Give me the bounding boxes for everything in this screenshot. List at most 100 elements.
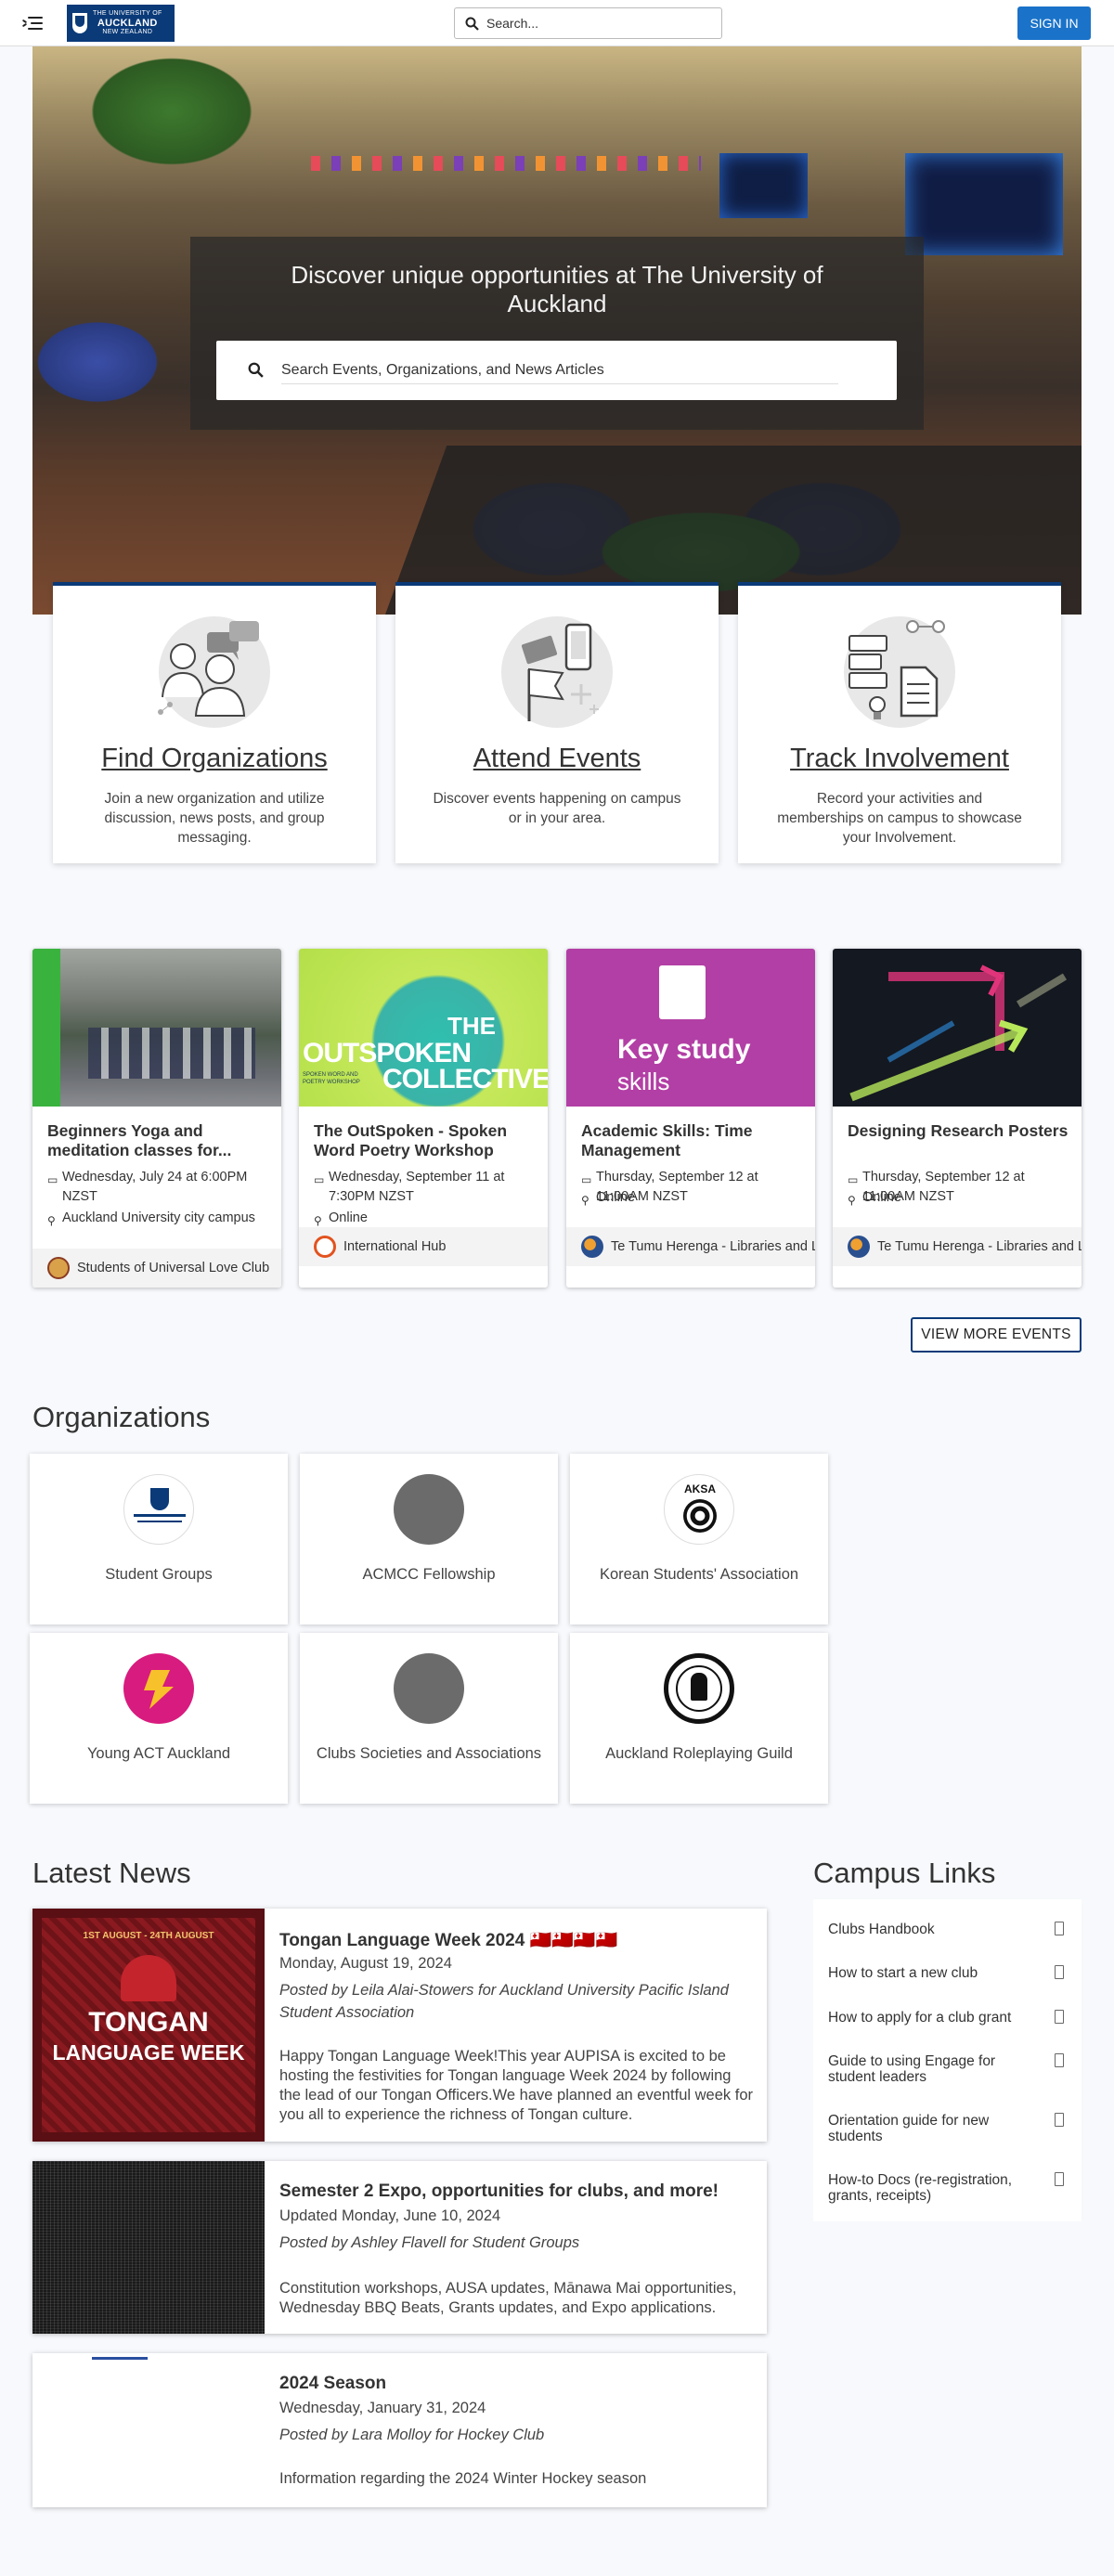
event-title[interactable]: Academic Skills: Time Management [581,1121,804,1160]
org-logo [394,1474,464,1545]
org-logo: AKSA [664,1474,734,1545]
news-summary: Happy Tongan Language Week!This year AUP… [279,2048,754,2123]
org-card[interactable]: AKSA Korean Students' Association [570,1454,828,1625]
logo-line1: THE UNIVERSITY OF [93,10,162,17]
event-image [32,949,281,1107]
org-logo [394,1653,464,1724]
campus-link[interactable]: How-to Docs (re-registration, grants, re… [828,2172,1064,2204]
event-image: Key study skills [566,949,815,1107]
lightning-icon [144,1670,174,1709]
people-chat-icon [158,621,259,717]
event-title[interactable]: The OutSpoken - Spoken Word Poetry Works… [314,1121,537,1160]
hero-panel: Discover unique opportunities at The Uni… [190,237,924,430]
feature-title[interactable]: Find Organizations [53,744,376,774]
campus-link[interactable]: How to start a new club [828,1965,1069,1981]
org-avatar [848,1236,870,1258]
search-icon [248,362,264,378]
calendar-icon: ▭ [47,1173,58,1186]
org-card[interactable]: Auckland Roleplaying Guild [570,1633,828,1804]
org-card[interactable]: Clubs Societies and Associations [300,1633,558,1804]
feature-description: Discover events happening on campus or i… [433,791,681,826]
calendar-icon: ▭ [314,1173,325,1186]
location-pin-icon: ⚲ [848,1194,856,1207]
event-image: THE OUTSPOKEN COLLECTIVE SPOKEN WORD AND… [299,949,548,1107]
campus-link[interactable]: How to apply for a club grant [828,2010,1069,2026]
news-date: Updated Monday, June 10, 2024 [279,2207,501,2224]
campus-link[interactable]: Orientation guide for new students [828,2113,1064,2144]
org-card[interactable]: Young ACT Auckland [30,1633,288,1804]
event-card[interactable]: THE OUTSPOKEN COLLECTIVE SPOKEN WORD AND… [299,949,548,1288]
campus-link[interactable]: Guide to using Engage for student leader… [828,2053,1064,2085]
news-title[interactable]: 2024 Season [279,2374,386,2394]
news-card[interactable]: Semester 2 Expo, opportunities for clubs… [32,2161,767,2334]
top-search-input[interactable]: Search... [454,7,722,39]
documents-lightbulb-icon [848,620,945,719]
news-image: 1ST AUGUST - 24TH AUGUST TONGAN LANGUAGE… [32,1909,265,2142]
external-link-icon [1055,2053,1064,2067]
feature-description: Join a new organization and utilize disc… [104,791,325,846]
org-avatar [47,1257,70,1279]
org-logo [664,1653,734,1724]
feature-title[interactable]: Attend Events [395,744,719,774]
feature-description: Record your activities and memberships o… [777,791,1022,846]
event-host[interactable]: Students of Universal Love Club [32,1249,281,1288]
event-date: ▭ Wednesday, September 11 at 7:30PM NZST [314,1170,505,1204]
external-link-icon [1055,1965,1064,1979]
feature-card-find-organizations[interactable]: Find Organizations Join a new organizati… [53,582,376,863]
calendar-icon: ▭ [581,1173,592,1186]
campus-links-heading: Campus Links [813,1857,996,1889]
event-card[interactable]: Beginners Yoga and meditation classes fo… [32,949,281,1288]
event-location: ⚲ Online [314,1209,537,1228]
feature-card-attend-events[interactable]: Attend Events Discover events happening … [395,582,719,863]
view-more-events-button[interactable]: VIEW MORE EVENTS [911,1317,1082,1353]
external-link-icon [1055,2010,1064,2024]
sign-in-button[interactable]: SIGN IN [1017,6,1091,40]
campus-link[interactable]: Clubs Handbook [828,1922,1069,1937]
org-card[interactable]: ACMCC Fellowship [300,1454,558,1625]
org-name: Korean Students' Association [599,1566,799,1583]
hero-banner: Discover unique opportunities at The Uni… [32,46,1082,615]
org-name: Young ACT Auckland [86,1745,231,1762]
top-navigation-bar: THE UNIVERSITY OF AUCKLAND NEW ZEALAND S… [0,0,1114,46]
event-title[interactable]: Beginners Yoga and meditation classes fo… [47,1121,270,1160]
news-summary: Information regarding the 2024 Winter Ho… [279,2470,647,2487]
logo-line3: NEW ZEALAND [102,29,153,35]
news-author: Posted by Ashley Flavell for Student Gro… [279,2234,580,2251]
calendar-icon: ▭ [848,1173,859,1186]
globe-icon [314,1236,336,1258]
event-card[interactable]: Designing Research Posters ▭ Thursday, Se… [833,949,1082,1288]
university-logo[interactable]: THE UNIVERSITY OF AUCKLAND NEW ZEALAND [67,5,175,42]
news-title[interactable]: Semester 2 Expo, opportunities for clubs… [279,2181,719,2202]
news-author: Posted by Lara Molloy for Hockey Club [279,2427,545,2443]
location-pin-icon: ⚲ [47,1214,56,1227]
news-author: Posted by Leila Alai-Stowers for Aucklan… [279,1982,729,2021]
event-card[interactable]: Key study skills Academic Skills: Time M… [566,949,815,1288]
news-card[interactable]: 2024 Season Wednesday, January 31, 2024 … [32,2353,767,2507]
event-host[interactable]: Te Tumu Herenga - Libraries and Learning… [566,1227,815,1266]
campus-links-list: Clubs Handbook How to start a new club H… [813,1899,1082,2221]
org-logo [123,1474,194,1545]
news-card[interactable]: 1ST AUGUST - 24TH AUGUST TONGAN LANGUAGE… [32,1909,767,2142]
org-name: Student Groups [105,1566,213,1583]
event-title[interactable]: Designing Research Posters [848,1121,1070,1141]
event-host[interactable]: Te Tumu Herenga - Libraries and Learning… [833,1227,1082,1266]
org-card[interactable]: Student Groups [30,1454,288,1625]
org-name: ACMCC Fellowship [362,1566,496,1583]
latest-news-heading: Latest News [32,1857,191,1889]
menu-icon[interactable] [21,13,43,33]
news-date: Wednesday, January 31, 2024 [279,2400,486,2416]
search-icon [465,17,479,31]
org-logo [123,1653,194,1724]
news-summary: Constitution workshops, AUSA updates, Mā… [279,2280,737,2316]
organizations-heading: Organizations [32,1401,211,1433]
org-avatar [581,1236,603,1258]
news-image [32,2161,265,2334]
news-date: Monday, August 19, 2024 [279,1955,452,1972]
feature-card-track-involvement[interactable]: Track Involvement Record your activities… [738,582,1061,863]
crest-icon [72,13,87,33]
top-search-placeholder: Search... [486,16,539,31]
event-host[interactable]: International Hub [299,1227,548,1266]
news-title[interactable]: Tongan Language Week 2024 🇹🇴🇹🇴🇹🇴🇹🇴 [279,1929,617,1951]
hero-search-input[interactable]: Search Events, Organizations, and News A… [216,341,897,400]
feature-title[interactable]: Track Involvement [738,744,1061,774]
